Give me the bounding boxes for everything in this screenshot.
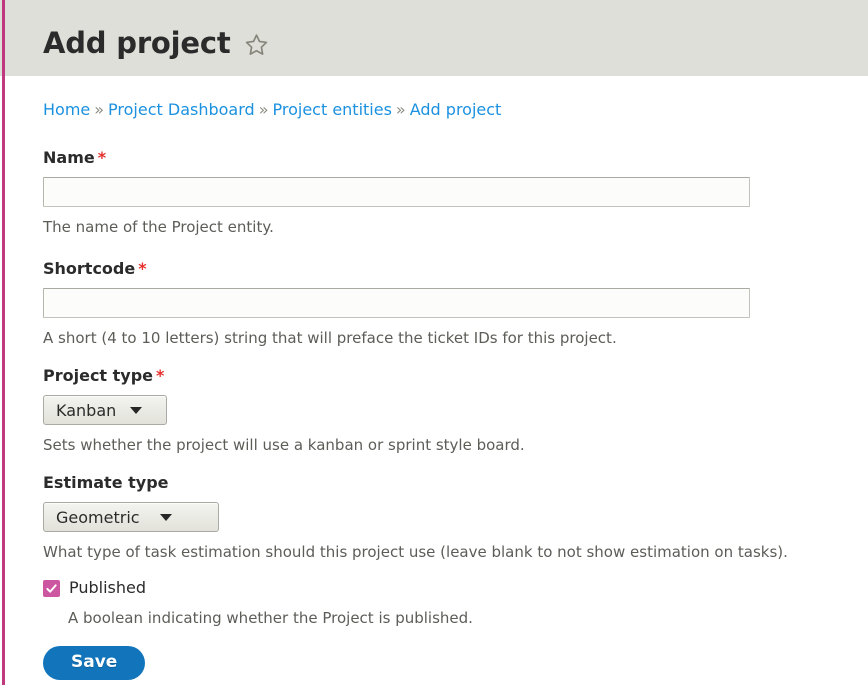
add-project-form: Name* The name of the Project entity. Sh… [43, 148, 863, 680]
project-type-select-wrapper: Kanban [43, 395, 167, 425]
shortcode-label-text: Shortcode [43, 259, 135, 278]
breadcrumb-item-add-project[interactable]: Add project [410, 100, 502, 119]
page-header: Add project [0, 0, 868, 76]
project-type-label-text: Project type [43, 366, 153, 385]
breadcrumb-item-project-dashboard[interactable]: Project Dashboard [108, 100, 255, 119]
breadcrumb-item-home[interactable]: Home [43, 100, 90, 119]
name-field-label: Name* [43, 148, 863, 168]
main-content: Home»Project Dashboard»Project entities»… [0, 76, 868, 685]
estimate-type-selected-value: Geometric [56, 508, 140, 527]
estimate-type-select-wrapper: Geometric [43, 502, 219, 532]
published-checkbox-label[interactable]: Published [69, 578, 146, 598]
project-type-required-marker: * [156, 366, 164, 385]
published-checkbox-row: Published [43, 578, 863, 598]
name-label-text: Name [43, 148, 95, 167]
estimate-type-label-text: Estimate type [43, 473, 169, 492]
checkmark-icon [45, 582, 58, 595]
accent-stripe [2, 0, 5, 685]
breadcrumb-separator: » [259, 100, 269, 119]
shortcode-field-description: A short (4 to 10 letters) string that wi… [43, 329, 863, 348]
breadcrumb-item-project-entities[interactable]: Project entities [272, 100, 391, 119]
save-button[interactable]: Save [43, 646, 145, 680]
name-input[interactable] [43, 177, 750, 207]
name-required-marker: * [98, 148, 106, 167]
chevron-down-icon [130, 407, 142, 414]
name-field-description: The name of the Project entity. [43, 218, 863, 237]
project-type-field-label: Project type* [43, 366, 863, 386]
breadcrumb: Home»Project Dashboard»Project entities»… [43, 100, 501, 120]
shortcode-input[interactable] [43, 288, 750, 318]
breadcrumb-separator: » [94, 100, 104, 119]
published-checkbox[interactable] [43, 580, 60, 597]
star-outline-icon[interactable] [244, 32, 269, 57]
page-title-row: Add project [43, 29, 269, 58]
chevron-down-icon [160, 514, 172, 521]
estimate-type-select[interactable]: Geometric [43, 502, 219, 532]
breadcrumb-separator: » [396, 100, 406, 119]
project-type-selected-value: Kanban [56, 401, 116, 420]
shortcode-required-marker: * [138, 259, 146, 278]
estimate-type-field-label: Estimate type [43, 473, 863, 493]
project-type-select[interactable]: Kanban [43, 395, 167, 425]
published-field-description: A boolean indicating whether the Project… [68, 609, 863, 628]
shortcode-field-label: Shortcode* [43, 259, 863, 279]
project-type-field-description: Sets whether the project will use a kanb… [43, 436, 863, 455]
page-title: Add project [43, 29, 231, 58]
estimate-type-field-description: What type of task estimation should this… [43, 543, 863, 562]
